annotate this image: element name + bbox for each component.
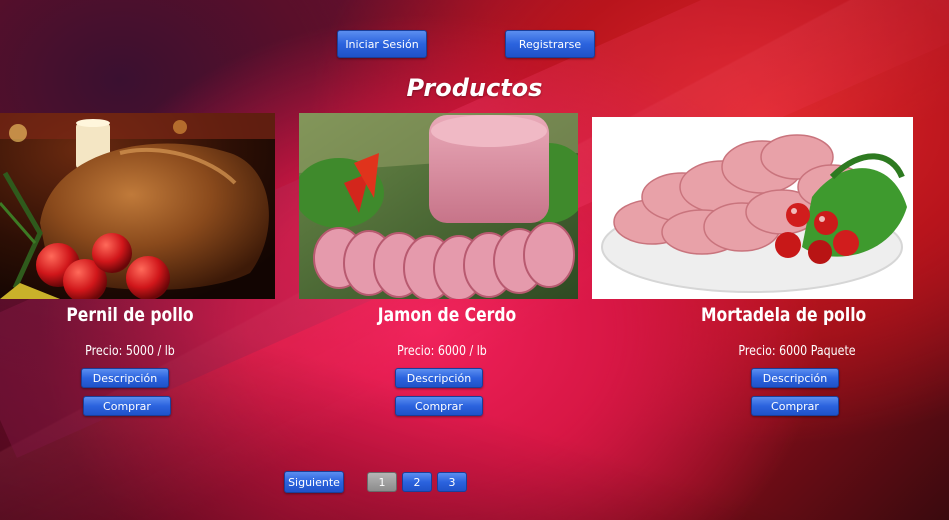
page-button-3[interactable]: 3 bbox=[437, 472, 467, 492]
description-button[interactable]: Descripción bbox=[751, 368, 839, 388]
buy-button[interactable]: Comprar bbox=[395, 396, 483, 416]
page-title: Productos bbox=[406, 74, 543, 102]
register-button[interactable]: Registrarse bbox=[505, 30, 595, 58]
description-button[interactable]: Descripción bbox=[395, 368, 483, 388]
page-button-2[interactable]: 2 bbox=[402, 472, 432, 492]
buy-button[interactable]: Comprar bbox=[751, 396, 839, 416]
product-price: Precio: 6000 / lb bbox=[397, 344, 487, 359]
product-price: Precio: 5000 / lb bbox=[85, 344, 175, 359]
page-button-1[interactable]: 1 bbox=[367, 472, 397, 492]
login-button[interactable]: Iniciar Sesión bbox=[337, 30, 427, 58]
product-name: Mortadela de pollo bbox=[701, 304, 867, 326]
description-button[interactable]: Descripción bbox=[81, 368, 169, 388]
mortadella-plate-image bbox=[592, 117, 913, 299]
product-name: Jamon de Cerdo bbox=[377, 304, 517, 326]
next-page-button[interactable]: Siguiente bbox=[284, 471, 344, 493]
pork-ham-image bbox=[299, 113, 578, 299]
buy-button[interactable]: Comprar bbox=[83, 396, 171, 416]
product-name: Pernil de pollo bbox=[66, 304, 194, 326]
roast-chicken-image bbox=[0, 113, 275, 299]
product-price: Precio: 6000 Paquete bbox=[738, 344, 856, 359]
